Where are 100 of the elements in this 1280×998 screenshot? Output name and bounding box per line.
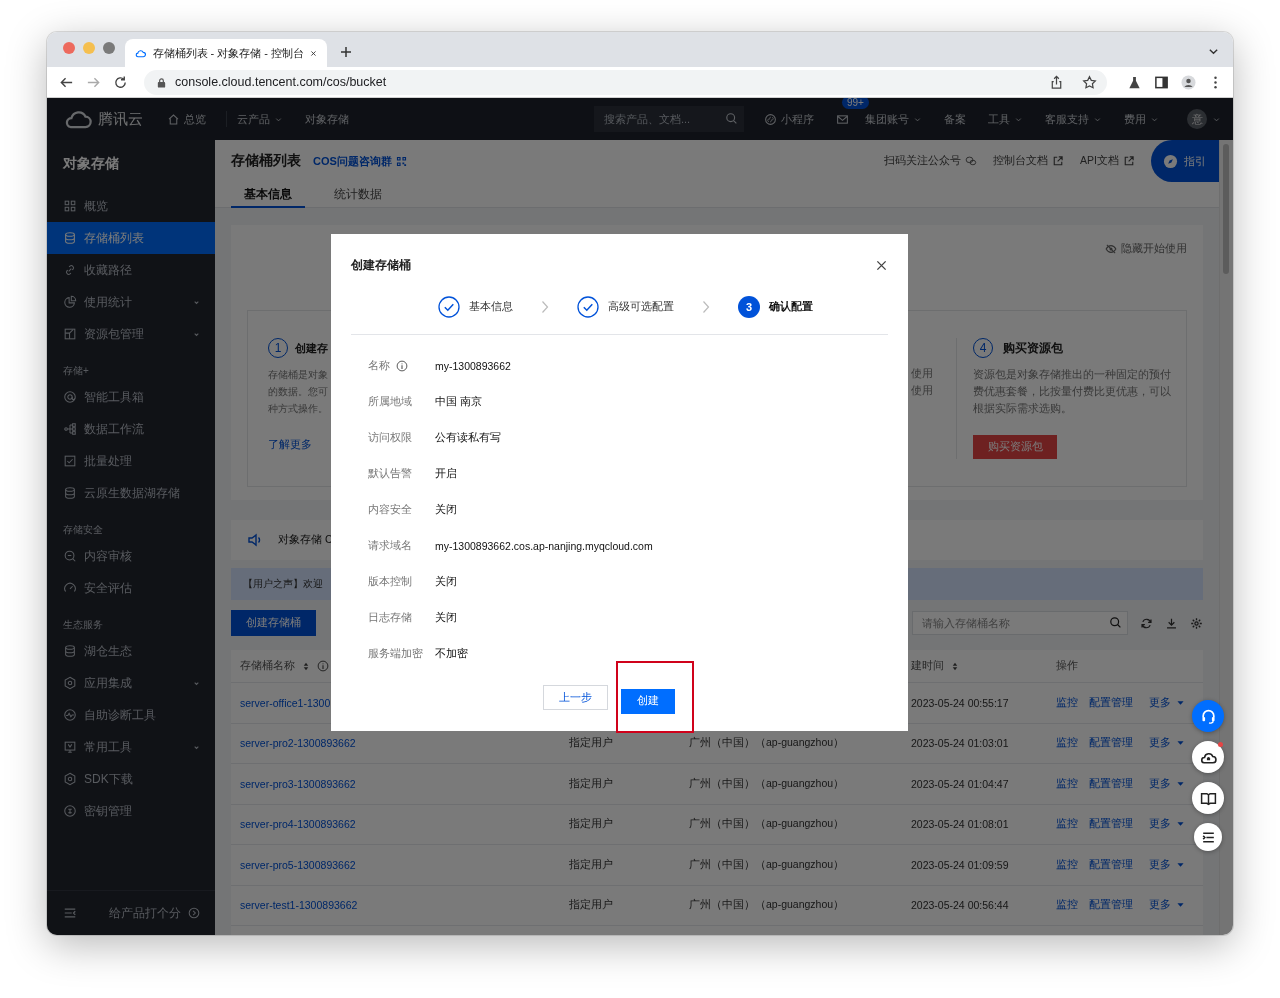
- external-link-icon: [1052, 155, 1065, 167]
- nav-link[interactable]: 备案: [944, 111, 966, 127]
- share-icon[interactable]: [1049, 74, 1064, 90]
- flask-icon[interactable]: [1127, 74, 1142, 90]
- caret-icon: [1177, 861, 1184, 868]
- column-header: 建时间: [911, 659, 944, 673]
- header-link[interactable]: API文档: [1080, 154, 1135, 168]
- caret-icon: [1177, 902, 1184, 909]
- action-link[interactable]: 监控: [1056, 898, 1078, 913]
- sidebar-item[interactable]: 内容审核: [47, 540, 215, 572]
- more-dropdown[interactable]: 更多: [1149, 817, 1184, 832]
- page-tab[interactable]: 统计数据: [321, 182, 395, 208]
- sidebar-item[interactable]: 常用工具: [47, 731, 215, 763]
- header-link[interactable]: 控制台文档: [993, 154, 1065, 168]
- browser-tab[interactable]: 存储桶列表 - 对象存储 - 控制台: [125, 39, 327, 67]
- action-link[interactable]: 配置管理: [1089, 817, 1133, 832]
- reload-icon[interactable]: [113, 74, 128, 90]
- hide-getting-started-link[interactable]: 隐藏开始使用: [1105, 242, 1187, 256]
- nav-link[interactable]: 小程序: [764, 111, 814, 127]
- group-chat-link[interactable]: COS问题咨询群: [313, 153, 407, 169]
- sidebar-item[interactable]: 湖仓生态: [47, 635, 215, 667]
- arrow-circle-icon[interactable]: [187, 906, 201, 920]
- action-link[interactable]: 配置管理: [1089, 776, 1133, 791]
- nav-link[interactable]: 云产品: [237, 111, 283, 127]
- sidebar-item[interactable]: 使用统计: [47, 286, 215, 318]
- settings-icon[interactable]: [1190, 616, 1203, 630]
- sidebar-item[interactable]: 自助诊断工具: [47, 699, 215, 731]
- cloud-logo-icon: [63, 108, 93, 130]
- field-label: 所属地域: [368, 395, 412, 409]
- action-link[interactable]: 监控: [1056, 695, 1078, 710]
- more-dropdown[interactable]: 更多: [1149, 857, 1184, 872]
- home-icon: [167, 112, 180, 126]
- sidebar-icon[interactable]: [1154, 74, 1169, 90]
- address-bar[interactable]: console.cloud.tencent.com/cos/bucket: [144, 69, 1107, 95]
- sidebar-item[interactable]: 存储桶列表: [47, 222, 215, 254]
- action-link[interactable]: 监控: [1056, 857, 1078, 872]
- sort-icon[interactable]: [303, 661, 309, 671]
- sidebar-item[interactable]: 智能工具箱: [47, 381, 215, 413]
- download-icon[interactable]: [1165, 616, 1178, 630]
- field-value: 关闭: [435, 611, 457, 625]
- info-icon[interactable]: [317, 660, 329, 672]
- sidebar-item[interactable]: 概览: [47, 190, 215, 222]
- sidebar-item[interactable]: 收藏路径: [47, 254, 215, 286]
- table-cell: 指定用户: [569, 776, 613, 791]
- more-dropdown[interactable]: 更多: [1149, 898, 1184, 913]
- bucket-name-link[interactable]: server-pro3-1300893662: [240, 777, 356, 790]
- learn-more-link[interactable]: 了解更多: [268, 437, 312, 452]
- action-link[interactable]: 配置管理: [1089, 898, 1133, 913]
- sidebar-item[interactable]: 数据工作流: [47, 413, 215, 445]
- maximize-window-icon[interactable]: [103, 42, 115, 54]
- bucket-name-link[interactable]: server-pro2-1300893662: [240, 737, 356, 750]
- star-icon[interactable]: [1082, 74, 1097, 90]
- table-cell: 广州（中国）（ap-guangzhou）: [689, 776, 845, 791]
- action-link[interactable]: 监控: [1056, 817, 1078, 832]
- create-button[interactable]: 创建: [621, 688, 675, 714]
- header-link[interactable]: 扫码关注公众号: [884, 154, 978, 168]
- more-dropdown[interactable]: 更多: [1149, 776, 1184, 791]
- action-link[interactable]: 配置管理: [1089, 857, 1133, 872]
- nav-link[interactable]: 对象存储: [305, 111, 349, 127]
- sidebar-item[interactable]: SDK下载: [47, 763, 215, 795]
- bucket-name-link[interactable]: server-pro4-1300893662: [240, 818, 356, 831]
- feedback-link[interactable]: 给产品打个分: [109, 904, 181, 922]
- close-icon[interactable]: [310, 48, 317, 58]
- speaker-icon: [247, 532, 263, 548]
- guide-button[interactable]: 指引: [1151, 140, 1219, 182]
- action-link[interactable]: 配置管理: [1089, 695, 1133, 710]
- sort-icon[interactable]: [952, 661, 958, 671]
- more-dropdown[interactable]: 更多: [1149, 695, 1184, 710]
- page-tab[interactable]: 基本信息: [231, 182, 305, 208]
- previous-step-button[interactable]: 上一步: [543, 685, 608, 710]
- new-tab-icon[interactable]: [340, 46, 352, 58]
- link-icon: [63, 263, 77, 277]
- sidebar-item[interactable]: 云原生数据湖存储: [47, 477, 215, 509]
- info-icon[interactable]: [396, 360, 408, 372]
- more-dropdown[interactable]: 更多: [1149, 736, 1184, 751]
- field-value: 关闭: [435, 503, 457, 517]
- sidebar-item[interactable]: 安全评估: [47, 572, 215, 604]
- database-icon: [63, 644, 77, 658]
- buy-package-button[interactable]: 购买资源包: [973, 435, 1057, 459]
- sidebar-item[interactable]: 应用集成: [47, 667, 215, 699]
- sidebar-item[interactable]: 批量处理: [47, 445, 215, 477]
- bucket-name-link[interactable]: server-pro5-1300893662: [240, 858, 356, 871]
- field-label: 日志存储: [368, 611, 412, 625]
- close-icon[interactable]: [876, 259, 887, 271]
- nav-link[interactable]: 工具: [988, 111, 1023, 127]
- action-link[interactable]: 配置管理: [1089, 736, 1133, 751]
- nav-link[interactable]: 客服支持: [1045, 111, 1102, 127]
- bucket-name-link[interactable]: server-office1-1300: [240, 696, 331, 709]
- create-bucket-button[interactable]: 创建存储桶: [231, 610, 316, 636]
- tab-title: 存储桶列表 - 对象存储 - 控制台: [152, 45, 305, 61]
- nav-link[interactable]: 费用: [1124, 111, 1159, 127]
- action-link[interactable]: 监控: [1056, 736, 1078, 751]
- action-link[interactable]: 监控: [1056, 776, 1078, 791]
- profile-icon[interactable]: [1181, 74, 1196, 90]
- sidebar-item[interactable]: 密钥管理: [47, 795, 215, 827]
- sidebar-item[interactable]: 资源包管理: [47, 318, 215, 350]
- bucket-name-link[interactable]: server-test1-1300893662: [240, 899, 358, 912]
- refresh-icon[interactable]: [1140, 616, 1153, 630]
- chevron-down-icon[interactable]: [1208, 46, 1219, 57]
- nav-link[interactable]: 总览: [167, 111, 206, 127]
